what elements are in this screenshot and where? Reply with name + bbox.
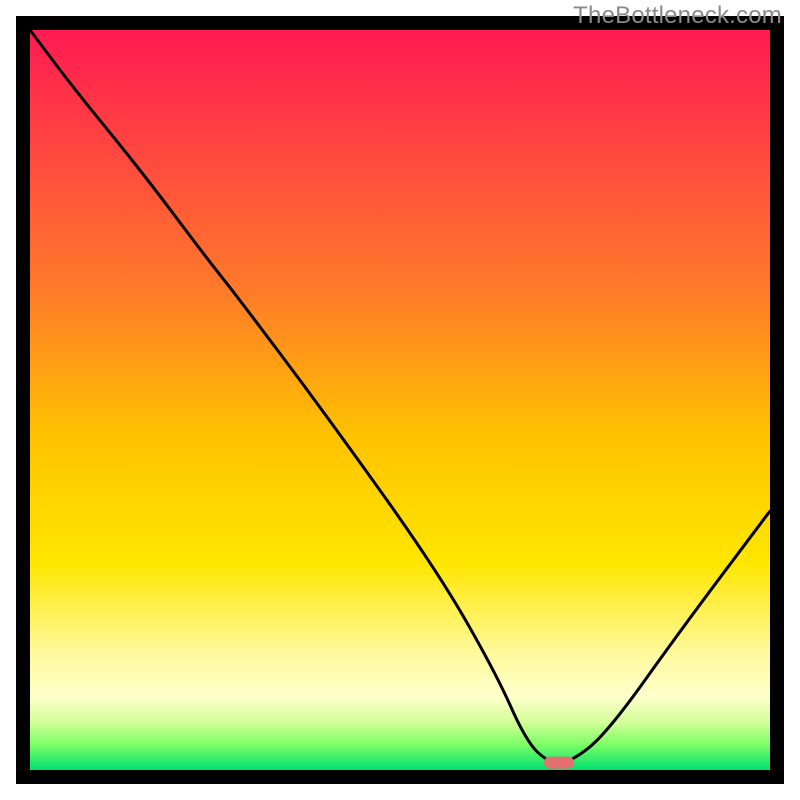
optimal-marker xyxy=(544,757,574,769)
bottleneck-chart xyxy=(0,0,800,800)
chart-container: TheBottleneck.com xyxy=(0,0,800,800)
watermark-text: TheBottleneck.com xyxy=(573,2,782,30)
